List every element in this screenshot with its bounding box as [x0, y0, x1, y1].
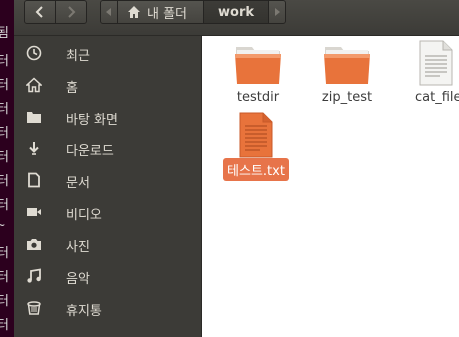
sidebar-item-label: 비디오	[66, 208, 102, 223]
breadcrumb-scroll-right[interactable]	[268, 0, 286, 24]
chevron-right-icon	[68, 6, 76, 18]
breadcrumb-home[interactable]: 내 폴더	[117, 0, 204, 24]
toolbar: 내 폴더 work	[14, 0, 459, 36]
sidebar-item-label: 사진	[66, 240, 90, 255]
folder-icon	[324, 47, 370, 84]
sidebar-item-label: 바탕 화면	[66, 113, 118, 128]
sidebar-item-label: 휴지통	[66, 304, 102, 319]
download-icon	[26, 140, 42, 156]
file-item-cat-file[interactable]: cat_file	[412, 40, 459, 106]
forward-button[interactable]	[55, 0, 87, 24]
clock-icon	[26, 45, 42, 61]
sidebar-item-downloads[interactable]: 다운로드	[14, 133, 201, 163]
text-file-icon	[419, 40, 453, 86]
home-icon	[128, 6, 140, 18]
home-icon	[26, 77, 42, 93]
document-icon	[26, 172, 42, 188]
sidebar-item-recent[interactable]: 최근	[14, 38, 201, 68]
sidebar-item-label: 최근	[66, 49, 90, 64]
back-button[interactable]	[24, 0, 56, 24]
sidebar-item-desktop[interactable]: 바탕 화면	[14, 102, 201, 132]
file-name: cat_file	[415, 90, 459, 105]
breadcrumb-work-label: work	[218, 4, 254, 20]
sidebar-item-music[interactable]: 음악	[14, 261, 201, 291]
chevron-left-icon	[35, 6, 43, 18]
trash-icon	[26, 300, 42, 316]
triangle-left-icon	[106, 8, 111, 16]
breadcrumb-work[interactable]: work	[203, 0, 269, 24]
places-sidebar: 최근 홈 바탕 화면 다운로드 문서 비디오 사진 음악 휴지통	[14, 36, 202, 337]
sidebar-item-label: 다운로드	[66, 144, 114, 159]
sidebar-item-label: 문서	[66, 176, 90, 191]
sidebar-item-trash[interactable]: 휴지통	[14, 293, 201, 323]
file-view: testdir zip_test cat_file 테스트.txt	[202, 36, 459, 337]
triangle-right-icon	[275, 8, 280, 16]
text-file-icon	[239, 112, 273, 158]
sidebar-item-label: 음악	[66, 272, 90, 287]
sidebar-item-pictures[interactable]: 사진	[14, 229, 201, 259]
file-name: 테스트.txt	[223, 158, 289, 181]
breadcrumb-scroll-left[interactable]	[100, 0, 118, 24]
file-name: testdir	[236, 90, 280, 105]
sidebar-item-videos[interactable]: 비디오	[14, 197, 201, 227]
breadcrumb-home-label: 내 폴더	[147, 6, 188, 22]
folder-icon	[235, 47, 281, 84]
file-item-zip-test[interactable]: zip_test	[307, 44, 387, 106]
camera-icon	[26, 236, 42, 252]
file-item-testdir[interactable]: testdir	[218, 44, 298, 106]
sidebar-item-label: 홈	[66, 81, 78, 96]
sidebar-item-home[interactable]: 홈	[14, 70, 201, 100]
folder-icon	[26, 109, 42, 125]
file-name: zip_test	[321, 90, 373, 105]
file-item-test-txt[interactable]: 테스트.txt	[214, 112, 298, 181]
sidebar-item-documents[interactable]: 문서	[14, 165, 201, 195]
music-icon	[26, 268, 42, 284]
video-icon	[26, 204, 42, 220]
background-terminal-strip: 됨 터 터 터 터 터 터 터 ~ 터 터 터 터	[0, 0, 14, 337]
